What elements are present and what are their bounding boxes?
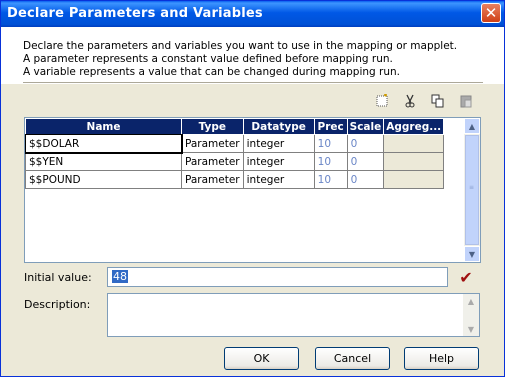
cell-aggregation[interactable] (383, 152, 445, 171)
cell-type[interactable]: Parameter (181, 152, 244, 171)
help-button[interactable]: Help (404, 347, 479, 370)
cell-prec[interactable]: 10 (313, 134, 348, 153)
description-textarea[interactable]: ▲ ▼ (107, 293, 480, 337)
table-row[interactable]: $$DOLAR Parameter integer 10 0 (24, 133, 445, 154)
column-header-datatype[interactable]: Datatype (242, 118, 315, 135)
initial-value-input[interactable]: 48 (107, 267, 448, 287)
header-row: Name Type Datatype Prec Scale Aggreg... (25, 118, 445, 135)
cell-name[interactable]: $$YEN (25, 152, 182, 171)
cell-datatype[interactable]: integer (242, 152, 315, 171)
cell-type[interactable]: Parameter (181, 170, 244, 189)
cut-icon[interactable] (402, 93, 418, 109)
column-header-scale[interactable]: Scale (346, 118, 385, 135)
initial-value-label: Initial value: (24, 271, 92, 284)
arrow-up-icon: ▲ (468, 121, 476, 131)
header-separator (23, 82, 483, 84)
cell-datatype[interactable]: integer (242, 170, 315, 189)
cell-prec[interactable]: 10 (313, 152, 348, 171)
cell-type[interactable]: Parameter (181, 134, 244, 153)
arrow-down-icon[interactable]: ▼ (463, 322, 479, 336)
grid-vertical-scrollbar[interactable]: ▲ ≡ ▼ (464, 118, 480, 262)
cell-aggregation[interactable] (383, 134, 445, 153)
column-header-aggregation[interactable]: Aggreg... (383, 118, 445, 135)
title-bar[interactable]: Declare Parameters and Variables ✕ (1, 1, 504, 27)
ok-button[interactable]: OK (224, 347, 299, 370)
column-header-prec[interactable]: Prec (313, 118, 348, 135)
copy-icon[interactable] (430, 93, 446, 109)
new-icon[interactable] (374, 93, 390, 109)
arrow-down-icon: ▼ (468, 249, 476, 259)
instruction-line: A parameter represents a constant value … (23, 53, 393, 65)
column-header-type[interactable]: Type (181, 118, 244, 135)
scroll-up-button[interactable]: ▲ (464, 118, 480, 134)
close-button[interactable]: ✕ (481, 3, 501, 23)
cell-scale[interactable]: 0 (346, 170, 385, 189)
cancel-button[interactable]: Cancel (315, 347, 390, 370)
cell-datatype[interactable]: integer (242, 134, 315, 153)
cell-aggregation[interactable] (383, 170, 445, 189)
instruction-line: A variable represents a value that can b… (23, 66, 400, 78)
scroll-down-button[interactable]: ▼ (464, 246, 480, 262)
validate-checkmark-icon[interactable]: ✔ (457, 269, 475, 287)
cell-name[interactable]: $$DOLAR (24, 133, 183, 154)
column-header-name[interactable]: Name (25, 118, 182, 135)
paste-icon[interactable] (458, 93, 474, 109)
description-scrollbar[interactable]: ▲ ▼ (463, 294, 479, 336)
cell-prec[interactable]: 10 (313, 170, 348, 189)
close-icon: ✕ (484, 4, 498, 22)
table-row[interactable]: $$POUND Parameter integer 10 0 (25, 170, 445, 189)
instructions-text: Declare the parameters and variables you… (23, 40, 457, 79)
parameters-grid[interactable]: Name Type Datatype Prec Scale Aggreg... … (24, 117, 481, 263)
declare-parameters-dialog: Declare Parameters and Variables ✕ Decla… (0, 0, 505, 377)
instructions-panel: Declare the parameters and variables you… (1, 27, 504, 84)
arrow-up-icon[interactable]: ▲ (463, 294, 479, 308)
description-label: Description: (24, 298, 91, 311)
grip-icon: ≡ (469, 184, 475, 191)
window-title: Declare Parameters and Variables (7, 6, 263, 21)
cell-scale[interactable]: 0 (346, 134, 385, 153)
scroll-thumb[interactable]: ≡ (465, 135, 479, 245)
cell-scale[interactable]: 0 (346, 152, 385, 171)
parameters-table: Name Type Datatype Prec Scale Aggreg... … (24, 118, 445, 189)
grid-toolbar (374, 93, 474, 109)
cell-name[interactable]: $$POUND (25, 170, 182, 189)
table-row[interactable]: $$YEN Parameter integer 10 0 (25, 152, 445, 171)
instruction-line: Declare the parameters and variables you… (23, 40, 458, 52)
initial-value-text: 48 (112, 270, 128, 283)
